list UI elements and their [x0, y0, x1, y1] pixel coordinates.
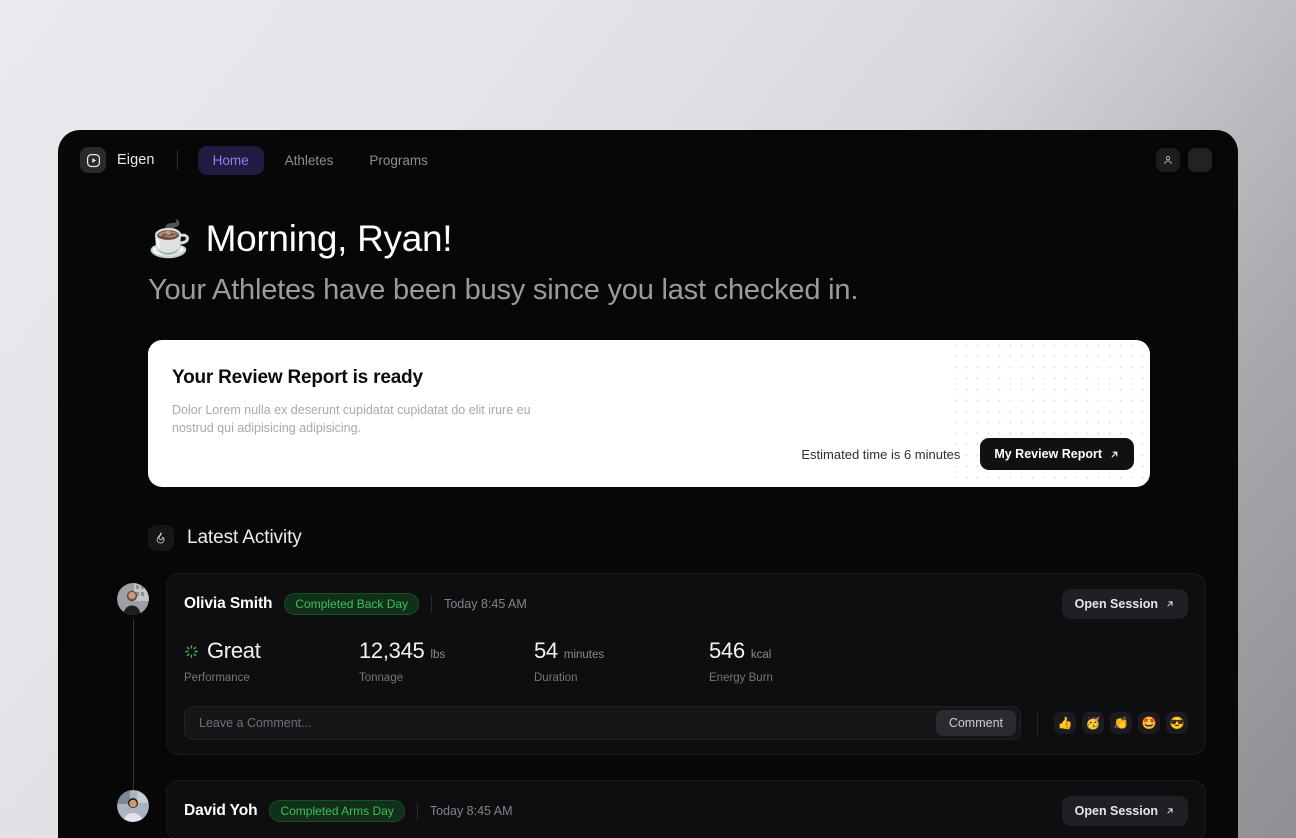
stat-value: 546: [709, 638, 745, 663]
brand[interactable]: Eigen: [80, 147, 155, 173]
stat-performance: Great Performance: [184, 638, 359, 684]
my-review-report-label: My Review Report: [994, 447, 1102, 461]
reaction-thumbs-up[interactable]: 👍: [1054, 712, 1076, 734]
nav-item-programs[interactable]: Programs: [354, 146, 443, 175]
top-navigation-bar: Eigen Home Athletes Programs: [58, 130, 1238, 190]
page-subtitle: Your Athletes have been busy since you l…: [148, 274, 859, 306]
review-card-body: Dolor Lorem nulla ex deserunt cupidatat …: [172, 403, 531, 436]
account-button[interactable]: [1156, 148, 1180, 172]
stat-label: Energy Burn: [709, 672, 773, 684]
activity-row: David Yoh Completed Arms Day Today 8:45 …: [117, 780, 1206, 838]
arrow-up-right-icon: [1167, 601, 1173, 607]
arrow-up-right-icon: [1111, 451, 1118, 457]
activity-stats: Great Performance 12,345 lbs Tonnage 54 …: [184, 638, 1188, 684]
nav-item-athletes[interactable]: Athletes: [270, 146, 349, 175]
nav-links: Home Athletes Programs: [197, 145, 443, 175]
coffee-icon: ☕: [148, 219, 192, 259]
stat-label: Tonnage: [359, 672, 404, 684]
main-content: ☕ Morning, Ryan! Your Athletes have been…: [58, 190, 1238, 838]
avatar-olivia-smith[interactable]: [117, 583, 149, 615]
my-review-report-button[interactable]: My Review Report: [980, 438, 1134, 470]
status-badge: Completed Arms Day: [269, 800, 405, 822]
stat-label: Duration: [534, 672, 578, 684]
open-session-button[interactable]: Open Session: [1061, 589, 1188, 619]
stat-value: 12,345: [359, 638, 425, 663]
divider: [1037, 710, 1038, 736]
brand-name: Eigen: [117, 152, 155, 168]
open-session-label: Open Session: [1074, 804, 1158, 818]
review-report-card: Your Review Report is ready Dolor Lorem …: [148, 340, 1150, 487]
divider: [431, 595, 433, 613]
stat-value: Great: [207, 638, 261, 663]
activity-timeline: Olivia Smith Completed Back Day Today 8:…: [117, 573, 1206, 838]
stat-value: 54: [534, 638, 558, 663]
open-session-button[interactable]: Open Session: [1061, 796, 1188, 826]
stat-tonnage: 12,345 lbs Tonnage: [359, 638, 534, 684]
open-session-label: Open Session: [1074, 597, 1158, 611]
stat-unit: minutes: [563, 649, 605, 661]
latest-activity-header: Latest Activity: [148, 525, 1206, 551]
topbar-right-actions: [1156, 148, 1212, 172]
play-logo-icon: [80, 147, 106, 173]
timeline-connector: [133, 619, 135, 799]
stat-duration: 54 minutes Duration: [534, 638, 709, 684]
app-window: Eigen Home Athletes Programs ☕ Morning, …: [58, 130, 1238, 838]
stat-unit: lbs: [430, 649, 446, 661]
activity-card-header: Olivia Smith Completed Back Day Today 8:…: [184, 589, 1188, 619]
nav-divider: [176, 150, 178, 170]
activity-timestamp: Today 8:45 AM: [429, 804, 513, 818]
athlete-name: David Yoh: [184, 802, 258, 819]
avatar-david-yoh[interactable]: [117, 790, 149, 822]
reaction-sunglasses-face[interactable]: 😎: [1166, 712, 1188, 734]
activity-card-header: David Yoh Completed Arms Day Today 8:45 …: [184, 796, 1188, 826]
page-title: Morning, Ryan!: [205, 218, 453, 259]
avatar[interactable]: [1188, 148, 1212, 172]
reaction-clapping-hands[interactable]: 👏: [1110, 712, 1132, 734]
stat-energy-burn: 546 kcal Energy Burn: [709, 638, 884, 684]
reaction-star-struck[interactable]: 🤩: [1138, 712, 1160, 734]
comment-button[interactable]: Comment: [935, 710, 1016, 736]
activity-card: Olivia Smith Completed Back Day Today 8:…: [166, 573, 1206, 755]
comment-box[interactable]: Comment: [184, 706, 1021, 740]
activity-card: David Yoh Completed Arms Day Today 8:45 …: [166, 780, 1206, 838]
estimated-time-label: Estimated time is 6 minutes: [801, 446, 961, 462]
review-card-actions: Estimated time is 6 minutes My Review Re…: [801, 438, 1134, 470]
activity-row: Olivia Smith Completed Back Day Today 8:…: [117, 573, 1206, 755]
person-icon: [1164, 155, 1172, 164]
comment-row: Comment 👍 🥳 👏 🤩 😎: [184, 706, 1188, 740]
athlete-name: Olivia Smith: [184, 595, 273, 612]
sparkle-icon: [185, 644, 198, 658]
flame-icon: [148, 525, 174, 551]
arrow-up-right-icon: [1167, 808, 1173, 814]
activity-timestamp: Today 8:45 AM: [444, 597, 527, 611]
greeting: ☕ Morning, Ryan!: [148, 218, 1206, 260]
reaction-buttons: 👍 🥳 👏 🤩 😎: [1054, 712, 1188, 734]
stat-label: Performance: [184, 672, 250, 684]
comment-input[interactable]: [199, 716, 936, 730]
reaction-party-face[interactable]: 🥳: [1082, 712, 1104, 734]
section-title: Latest Activity: [187, 527, 302, 548]
status-badge: Completed Back Day: [284, 593, 420, 615]
divider: [416, 802, 418, 820]
nav-item-home[interactable]: Home: [197, 145, 264, 175]
stat-unit: kcal: [750, 649, 772, 661]
review-card-title: Your Review Report is ready: [172, 367, 423, 388]
